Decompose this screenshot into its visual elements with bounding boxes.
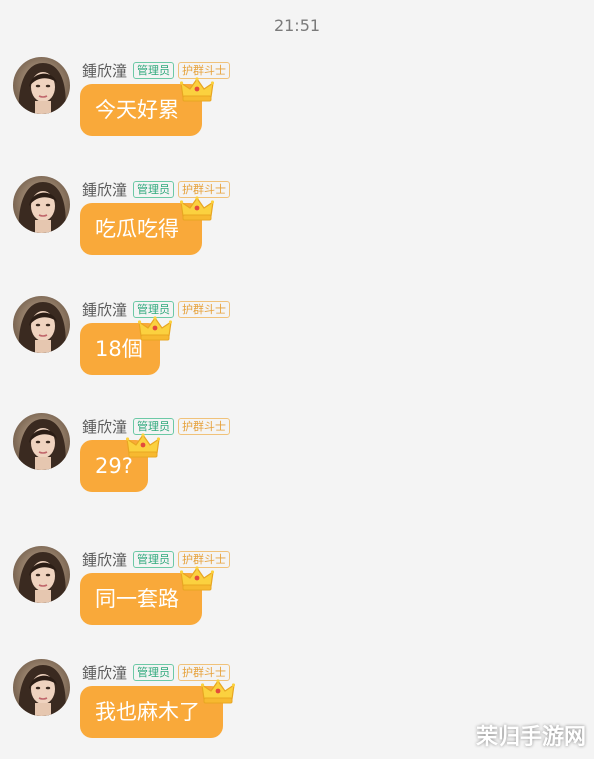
sender-name[interactable]: 鍾欣潼 xyxy=(82,416,127,437)
sender-name[interactable]: 鍾欣潼 xyxy=(82,662,127,683)
chat-timestamp: 21:51 xyxy=(273,16,321,35)
admin-badge: 管理员 xyxy=(133,300,175,318)
title-badge: 护群斗士 xyxy=(178,663,231,681)
title-badge: 护群斗士 xyxy=(178,550,231,568)
crown-icon xyxy=(179,196,215,222)
message-item[interactable]: 鍾欣潼 管理员 护群斗士 吃瓜吃得 xyxy=(0,176,594,276)
crown-icon xyxy=(137,316,173,342)
admin-badge: 管理员 xyxy=(133,417,175,435)
admin-badge: 管理员 xyxy=(133,550,175,568)
avatar[interactable] xyxy=(13,57,70,114)
sender-name[interactable]: 鍾欣潼 xyxy=(82,549,127,570)
message-item[interactable]: 鍾欣潼 管理员 护群斗士 同一套路 xyxy=(0,546,594,646)
title-badge: 护群斗士 xyxy=(178,61,231,79)
crown-icon xyxy=(200,679,236,705)
site-watermark: 茉归手游网 xyxy=(475,725,586,750)
title-badge: 护群斗士 xyxy=(178,180,231,198)
title-badge: 护群斗士 xyxy=(178,300,231,318)
admin-badge: 管理员 xyxy=(133,180,175,198)
avatar[interactable] xyxy=(13,176,70,233)
crown-icon xyxy=(179,77,215,103)
sender-name[interactable]: 鍾欣潼 xyxy=(82,60,127,81)
admin-badge: 管理员 xyxy=(133,663,175,681)
avatar[interactable] xyxy=(13,296,70,353)
avatar[interactable] xyxy=(13,413,70,470)
title-badge: 护群斗士 xyxy=(178,417,231,435)
crown-icon xyxy=(179,566,215,592)
sender-name[interactable]: 鍾欣潼 xyxy=(82,179,127,200)
avatar[interactable] xyxy=(13,659,70,716)
crown-icon xyxy=(125,433,161,459)
message-item[interactable]: 鍾欣潼 管理员 护群斗士 29? xyxy=(0,413,594,513)
avatar[interactable] xyxy=(13,546,70,603)
message-item[interactable]: 鍾欣潼 管理员 护群斗士 18個 xyxy=(0,296,594,396)
message-item[interactable]: 鍾欣潼 管理员 护群斗士 今天好累 xyxy=(0,57,594,157)
sender-name[interactable]: 鍾欣潼 xyxy=(82,299,127,320)
admin-badge: 管理员 xyxy=(133,61,175,79)
